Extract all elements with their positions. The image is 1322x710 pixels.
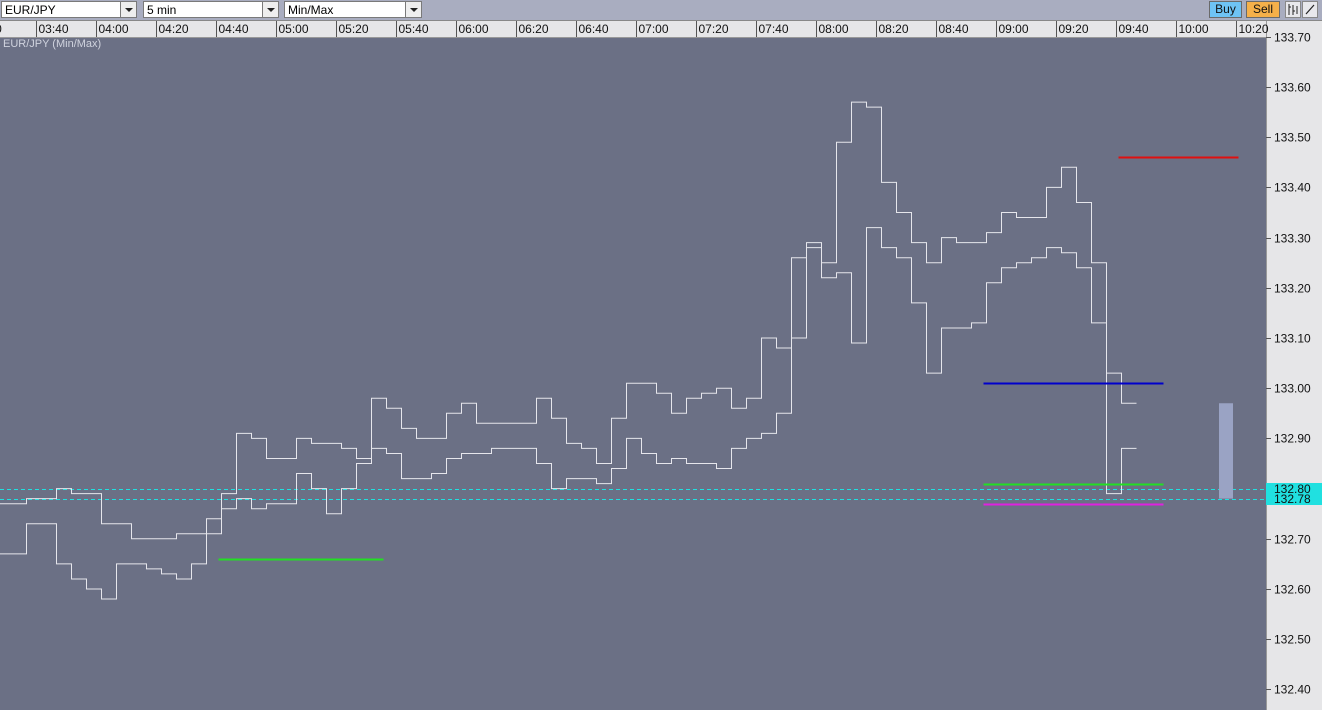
time-tick-label: 08:00 [819, 22, 849, 36]
time-tick-label: 06:00 [459, 22, 489, 36]
time-tick-label: 04:00 [99, 22, 129, 36]
time-tick-label: 04:20 [159, 22, 189, 36]
time-tick-label: 07:40 [759, 22, 789, 36]
price-tick-label: 132.40 [1274, 683, 1311, 697]
series-max-line [0, 101, 1137, 540]
time-tick-label: 08:40 [939, 22, 969, 36]
time-tick-label: 04:40 [219, 22, 249, 36]
time-tick-label: 10:20 [1239, 22, 1269, 36]
time-tick-label: 09:40 [1119, 22, 1149, 36]
time-tick-label: 07:00 [639, 22, 669, 36]
price-tick-label: 133.70 [1274, 31, 1311, 45]
time-tick-label: 06:20 [519, 22, 549, 36]
time-tick-label: 09:20 [1059, 22, 1089, 36]
time-tick-label: 3:20 [0, 22, 2, 36]
current-bar [1219, 403, 1233, 499]
price-tick-label: 133.20 [1274, 282, 1311, 296]
time-tick-label: 03:40 [39, 22, 69, 36]
price-tick-label: 133.30 [1274, 232, 1311, 246]
time-tick-label: 05:00 [279, 22, 309, 36]
time-tick-label: 05:40 [399, 22, 429, 36]
price-chart[interactable]: 3:20 03:40 04:00 04:20 04:40 05:00 05:20 05:40 0… [0, 0, 1322, 710]
time-tick-label: 07:20 [699, 22, 729, 36]
price-tick-label: 133.60 [1274, 81, 1311, 95]
time-tick-label: 09:00 [999, 22, 1029, 36]
price-tick-label: 133.10 [1274, 332, 1311, 346]
price-tick-label: 133.50 [1274, 131, 1311, 145]
price-tick-label: 133.00 [1274, 382, 1311, 396]
price-tick-label: 132.90 [1274, 432, 1311, 446]
series-min-line [0, 227, 1137, 600]
price-tick-label: 132.60 [1274, 583, 1311, 597]
price-tick-label: 133.40 [1274, 181, 1311, 195]
time-tick-label: 10:00 [1179, 22, 1209, 36]
time-tick-label: 06:40 [579, 22, 609, 36]
time-tick-label: 05:20 [339, 22, 369, 36]
price-tick-label: 132.50 [1274, 633, 1311, 647]
price-marker-label: 132.78 [1274, 492, 1311, 506]
time-tick-label: 08:20 [879, 22, 909, 36]
price-tick-label: 132.70 [1274, 533, 1311, 547]
